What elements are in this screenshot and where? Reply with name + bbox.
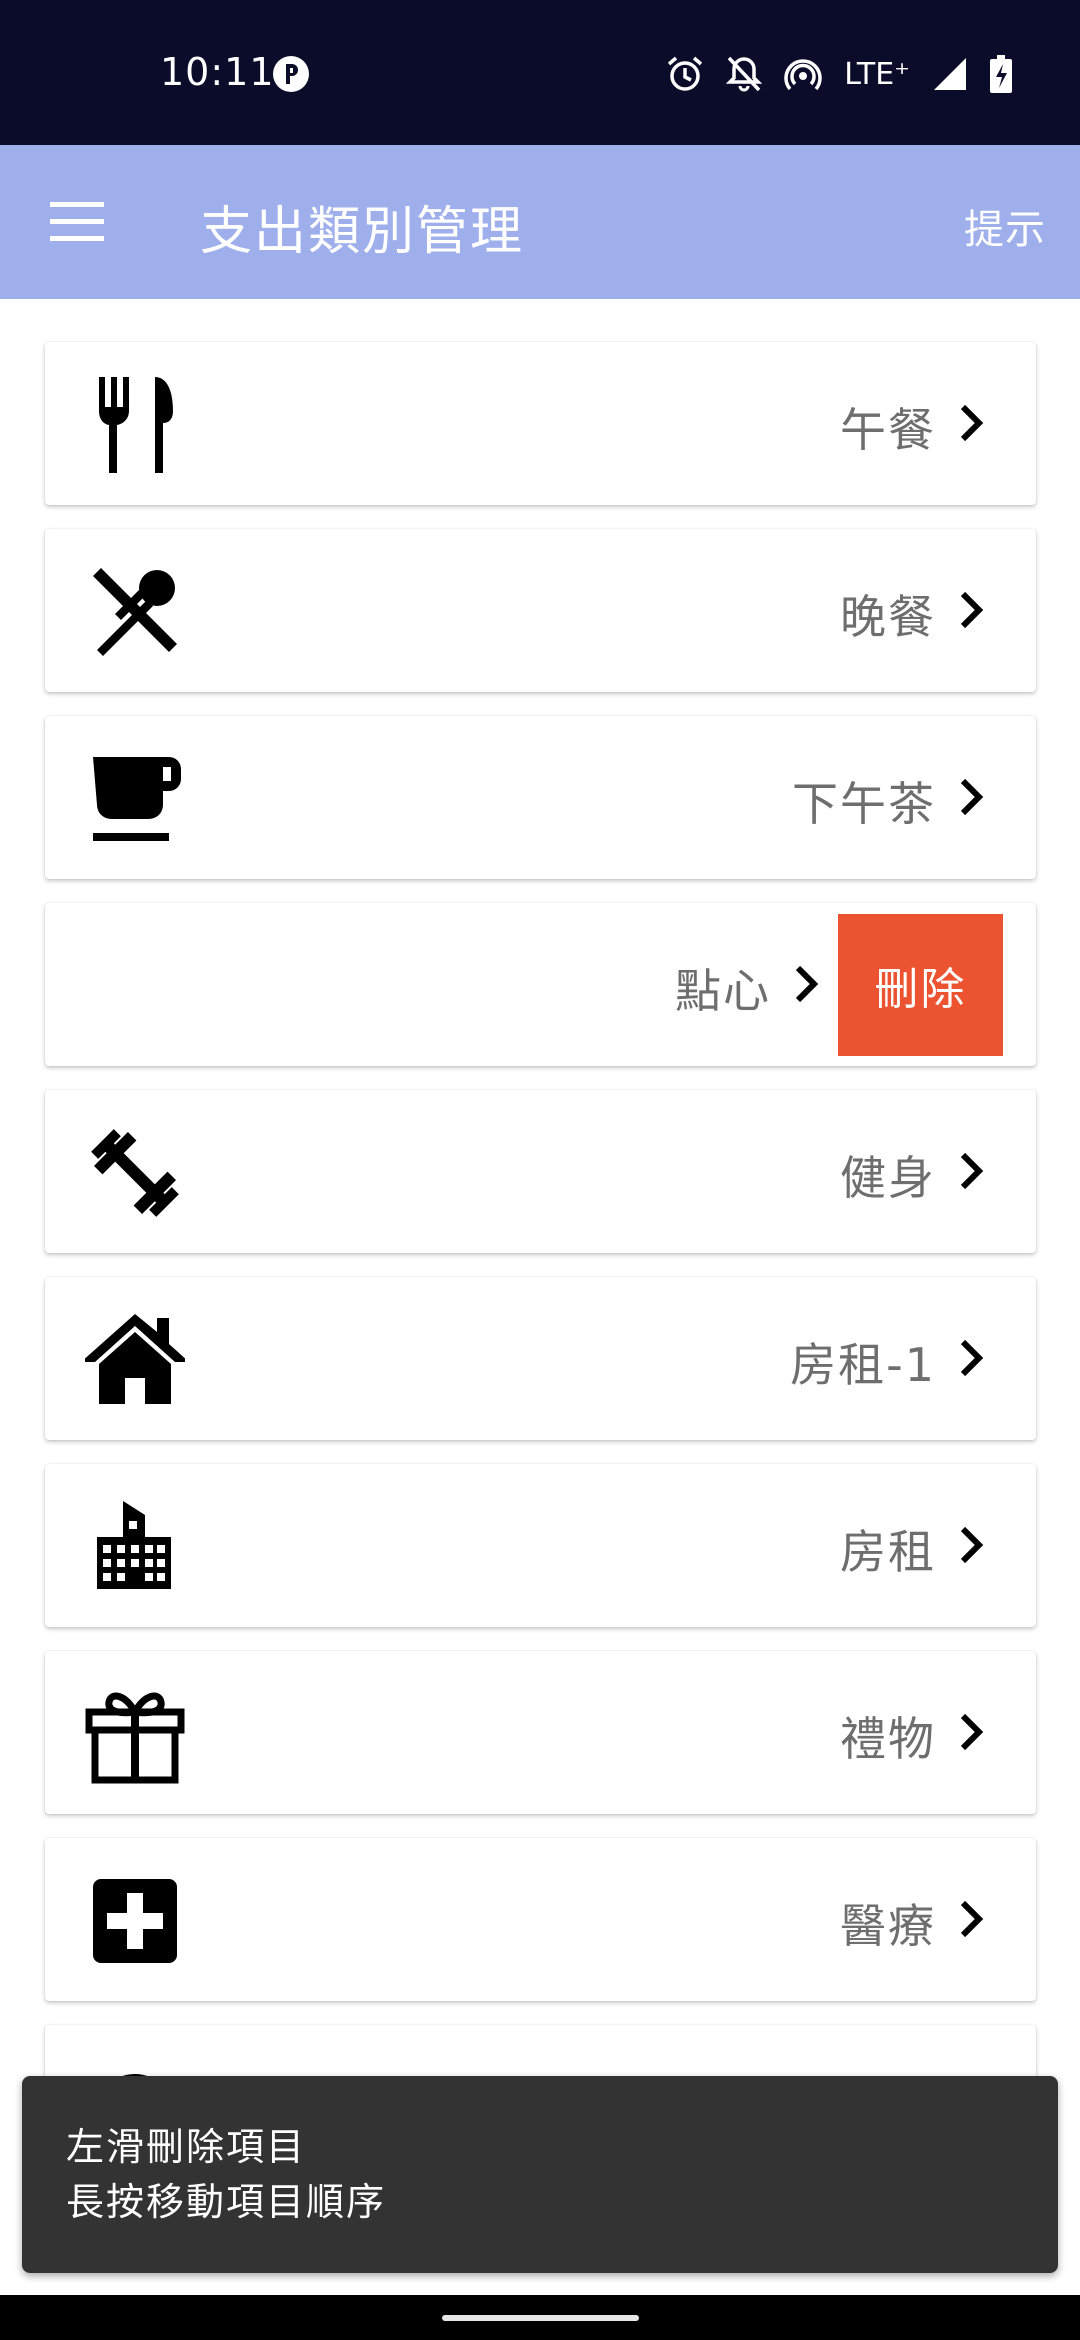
hotspot-icon xyxy=(784,59,822,91)
alarm-icon xyxy=(668,56,703,91)
category-item-dinner[interactable]: 晚餐 xyxy=(45,529,1036,692)
category-label: 晚餐 xyxy=(840,590,936,644)
dumbbell-icon xyxy=(85,1123,185,1223)
chevron-right-icon xyxy=(960,404,984,442)
status-time: 10:11 xyxy=(160,50,275,94)
home-gesture-handle[interactable] xyxy=(442,2315,639,2321)
category-item-fitness[interactable]: 健身 xyxy=(45,1090,1036,1253)
category-label: 醫療 xyxy=(840,1899,936,1953)
category-item-rent-1[interactable]: 房租-1 xyxy=(45,1277,1036,1440)
status-bar: 10:11 LTE⁺ xyxy=(0,0,1080,145)
app-bar: 支出類別管理 提示 xyxy=(0,145,1080,299)
category-label: 下午茶 xyxy=(792,777,936,831)
category-label: 禮物 xyxy=(840,1712,936,1766)
category-label: 房租-1 xyxy=(790,1338,936,1392)
chevron-right-icon xyxy=(960,1526,984,1564)
network-type: LTE⁺ xyxy=(844,56,910,92)
chevron-right-icon xyxy=(960,1152,984,1190)
navigation-bar xyxy=(0,2295,1080,2340)
delete-button[interactable]: 刪除 xyxy=(838,914,1003,1056)
chevron-right-icon xyxy=(960,1900,984,1938)
house-icon xyxy=(85,1310,185,1410)
crossed-fork-spoon-icon xyxy=(85,562,185,662)
snackbar-line: 左滑刪除項目 xyxy=(66,2125,307,2169)
category-item-rent[interactable]: 房租 xyxy=(45,1464,1036,1627)
category-item-snack[interactable]: 點心 刪除 xyxy=(45,903,1036,1066)
chevron-right-icon xyxy=(795,965,819,1003)
coffee-cup-icon xyxy=(85,749,185,849)
battery-charging-icon xyxy=(990,55,1012,93)
hamburger-menu-icon[interactable] xyxy=(50,200,104,244)
category-label: 健身 xyxy=(840,1151,936,1205)
chevron-right-icon xyxy=(960,1339,984,1377)
notifications-off-icon xyxy=(726,56,763,92)
app-notification-icon xyxy=(273,56,309,92)
category-label: 點心 xyxy=(675,964,771,1018)
category-item-gift[interactable]: 禮物 xyxy=(45,1651,1036,1814)
category-label: 午餐 xyxy=(840,403,936,457)
category-item-lunch[interactable]: 午餐 xyxy=(45,342,1036,505)
category-item-medical[interactable]: 醫療 xyxy=(45,1838,1036,2001)
category-label: 房租 xyxy=(840,1525,936,1579)
gift-icon xyxy=(85,1684,185,1784)
chevron-right-icon xyxy=(960,1713,984,1751)
chevron-right-icon xyxy=(960,591,984,629)
apartment-building-icon xyxy=(85,1497,185,1597)
chevron-right-icon xyxy=(960,778,984,816)
category-item-afternoon-tea[interactable]: 下午茶 xyxy=(45,716,1036,879)
medical-cross-icon xyxy=(85,1871,185,1971)
snackbar: 左滑刪除項目 長按移動項目順序 xyxy=(22,2076,1058,2273)
hint-button[interactable]: 提示 xyxy=(964,197,1046,255)
snackbar-line: 長按移動項目順序 xyxy=(66,2180,387,2224)
page-title: 支出類別管理 xyxy=(200,202,525,262)
signal-icon xyxy=(934,58,966,90)
fork-knife-icon xyxy=(85,375,185,475)
